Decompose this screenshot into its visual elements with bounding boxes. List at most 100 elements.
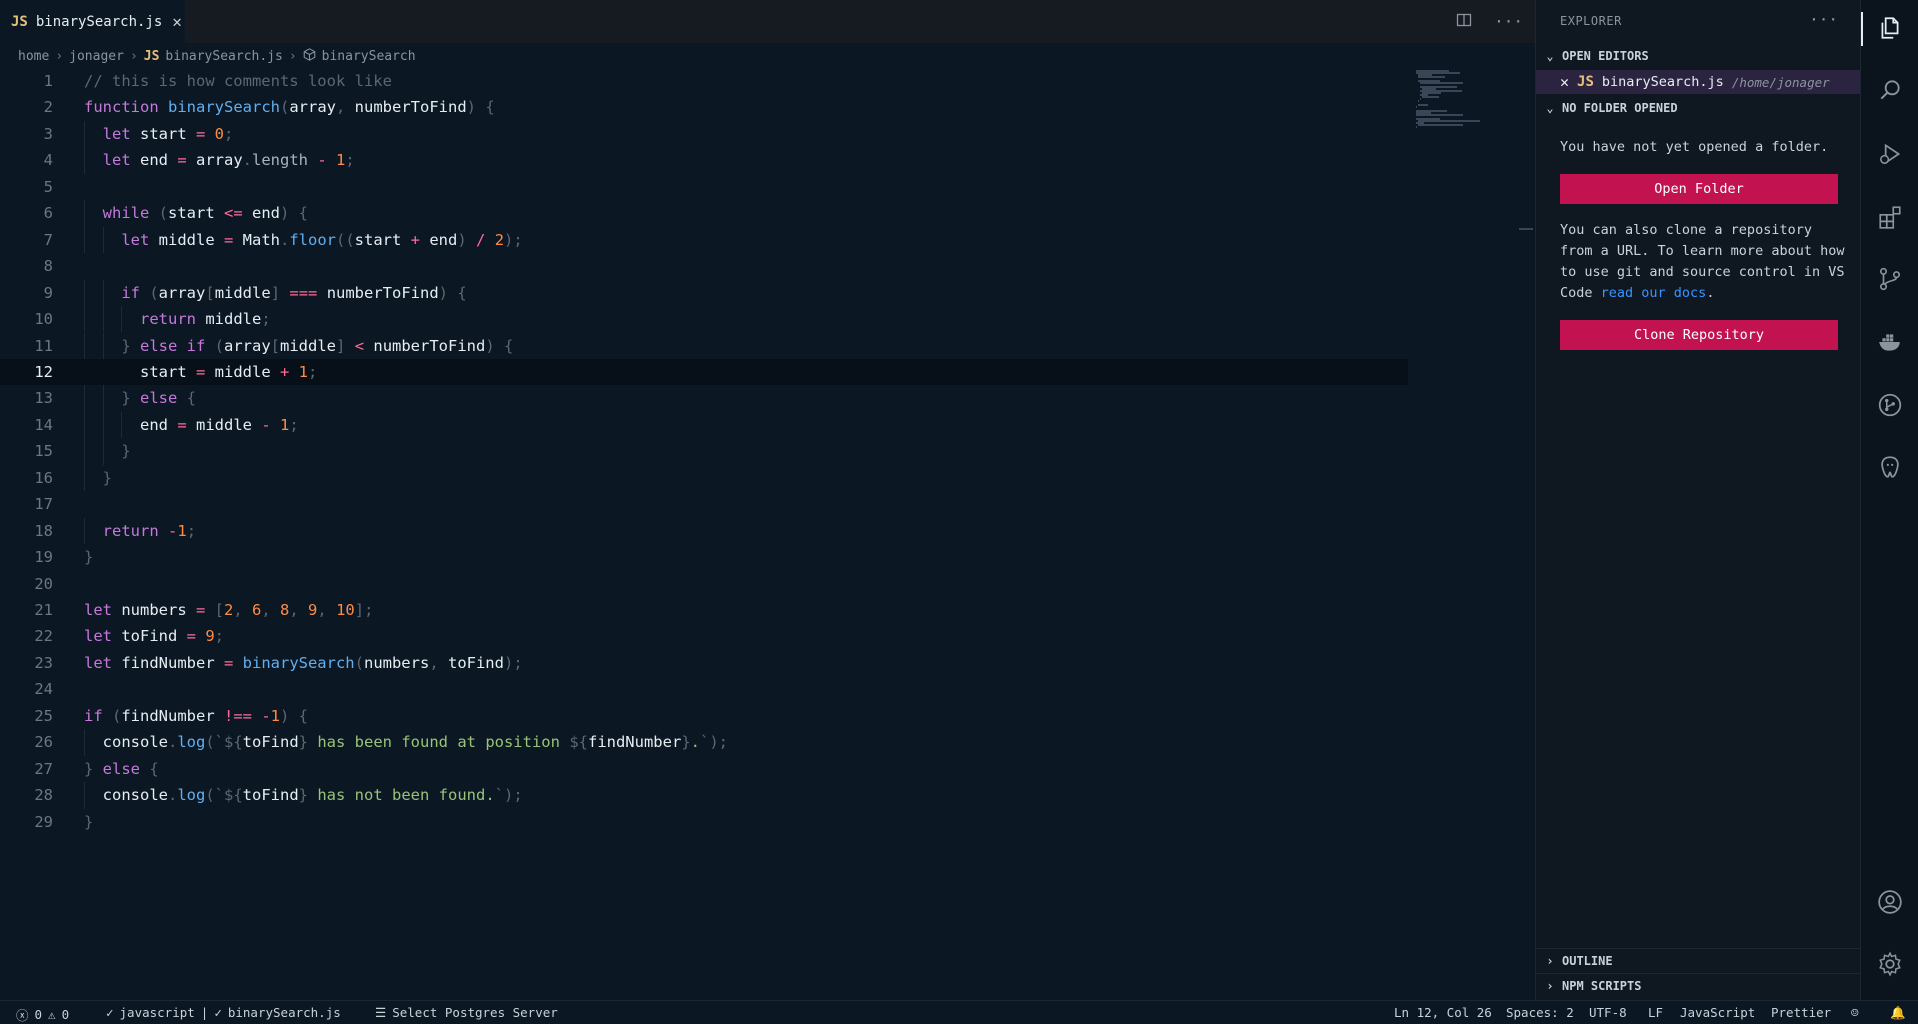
more-actions-icon[interactable]: ··· — [1809, 10, 1838, 29]
open-folder-button[interactable]: Open Folder — [1560, 174, 1838, 204]
feedback-icon[interactable]: ☺ — [1851, 1005, 1859, 1020]
indentation[interactable]: Spaces: 2 — [1506, 1005, 1574, 1020]
chevron-down-icon: ⌄ — [1546, 49, 1554, 63]
encoding[interactable]: UTF-8 — [1589, 1005, 1627, 1020]
language-status[interactable]: ✓ javascript | ✓ binarySearch.js — [106, 1005, 341, 1020]
code-text: if (findNumber !== -1) { — [84, 706, 309, 725]
line-number: 8 — [43, 257, 53, 276]
code-text: let numbers = [2, 6, 8, 9, 10]; — [84, 601, 374, 619]
code-line[interactable]: 3 let start = 0; — [0, 121, 1408, 147]
close-icon[interactable]: ✕ — [172, 12, 182, 31]
warning-icon: ⚠ — [48, 1007, 56, 1022]
open-editor-name: binarySearch.js — [1601, 74, 1724, 90]
clone-message: You can also clone a repository from a U… — [1560, 220, 1845, 304]
split-editor-icon[interactable] — [1456, 12, 1472, 32]
section-label: OPEN EDITORS — [1562, 49, 1649, 63]
activity-bar — [1860, 0, 1918, 1000]
scrollbar-indicator[interactable] — [1519, 228, 1533, 230]
code-line[interactable]: 4 let end = array.length - 1; — [0, 147, 1408, 173]
postgres-label: Select Postgres Server — [392, 1005, 558, 1020]
search-icon[interactable] — [1876, 76, 1904, 104]
code-text: return -1; — [102, 521, 197, 540]
read-docs-link[interactable]: read our docs — [1601, 285, 1707, 301]
tab-bar: JS binarySearch.js ✕ ··· — [0, 0, 1535, 43]
code-line[interactable]: 12 start = middle + 1; — [0, 358, 1408, 385]
line-number: 24 — [34, 680, 53, 699]
code-line[interactable]: 1 // this is how comments look like — [0, 68, 1408, 94]
line-number: 26 — [34, 733, 53, 752]
section-outline[interactable]: › OUTLINE — [1536, 948, 1861, 972]
code-text: start = middle + 1; — [84, 362, 318, 381]
code-line[interactable]: 13 } else { — [0, 385, 1408, 411]
code-line[interactable]: 15 } — [0, 438, 1408, 464]
code-line[interactable]: 19} — [0, 544, 1408, 570]
code-text: } — [84, 812, 94, 831]
code-line[interactable]: 29} — [0, 809, 1408, 835]
section-open-editors[interactable]: ⌄ OPEN EDITORS — [1536, 44, 1861, 68]
code-line[interactable]: 6 while (start <= end) { — [0, 200, 1408, 226]
code-line[interactable]: 24 — [0, 676, 1408, 702]
run-debug-icon[interactable] — [1876, 140, 1904, 168]
formatter[interactable]: Prettier — [1771, 1005, 1831, 1020]
code-line[interactable]: 14 end = middle - 1; — [0, 412, 1408, 438]
close-icon[interactable]: ✕ — [1560, 73, 1569, 91]
code-text: let start = 0; — [102, 124, 234, 143]
breadcrumb-home[interactable]: home — [18, 49, 49, 64]
chevron-right-icon: › — [1546, 953, 1554, 968]
code-line[interactable]: 9 if (array[middle] === numberToFind) { — [0, 280, 1408, 306]
code-line[interactable]: 26 console.log(`${toFind} has been found… — [0, 729, 1408, 755]
line-number: 6 — [43, 204, 53, 223]
code-line[interactable]: 23 let findNumber = binarySearch(numbers,… — [0, 650, 1408, 676]
explorer-icon[interactable] — [1876, 14, 1904, 42]
breadcrumb-user[interactable]: jonager — [69, 49, 124, 64]
code-line[interactable]: 10 return middle; — [0, 306, 1408, 332]
code-line[interactable]: 5 — [0, 174, 1408, 200]
minimap[interactable] — [1416, 70, 1486, 130]
explorer-sidebar: EXPLORER ··· ⌄ OPEN EDITORS ✕ JS binaryS… — [1535, 0, 1861, 1000]
settings-gear-icon[interactable] — [1876, 950, 1904, 978]
line-number: 20 — [34, 574, 53, 593]
code-line[interactable]: 2 function binarySearch(array, numberToFi… — [0, 94, 1408, 120]
notifications-bell-icon[interactable]: 🔔 — [1890, 1005, 1906, 1021]
extensions-icon[interactable] — [1876, 203, 1904, 231]
code-line[interactable]: 17 — [0, 491, 1408, 517]
code-editor[interactable]: 1 // this is how comments look like 2 funct… — [0, 68, 1535, 998]
code-line[interactable]: 20 — [0, 571, 1408, 597]
code-line[interactable]: 18 return -1; — [0, 518, 1408, 544]
code-text: let end = array.length - 1; — [102, 151, 355, 170]
code-line[interactable]: 8 — [0, 253, 1408, 279]
problems-indicator[interactable]: ⓧ 0 ⚠ 0 — [16, 1005, 69, 1024]
section-npm-scripts[interactable]: › NPM SCRIPTS — [1536, 973, 1861, 997]
cursor-position[interactable]: Ln 12, Col 26 — [1394, 1005, 1492, 1020]
postgres-icon[interactable] — [1876, 453, 1904, 481]
code-text: } — [84, 548, 94, 567]
code-line[interactable]: 27} else { — [0, 756, 1408, 782]
minimap-line — [1418, 124, 1463, 126]
more-actions-icon[interactable]: ··· — [1494, 12, 1523, 31]
code-line[interactable]: 7 let middle = Math.floor((start + end) … — [0, 227, 1408, 253]
code-text: } else if (array[middle] < numberToFind)… — [121, 336, 514, 355]
clone-message-end: . — [1706, 285, 1715, 301]
postgres-server-select[interactable]: ☰ Select Postgres Server — [375, 1005, 558, 1020]
end-of-line[interactable]: LF — [1648, 1005, 1663, 1020]
code-line[interactable]: 11 } else if (array[middle] < numberToFi… — [0, 333, 1408, 359]
code-line[interactable]: 21 let numbers = [2, 6, 8, 9, 10]; — [0, 597, 1408, 623]
code-line[interactable]: 22 let toFind = 9; — [0, 623, 1408, 649]
tab-binarysearch[interactable]: JS binarySearch.js ✕ — [0, 0, 185, 43]
line-number: 13 — [34, 389, 53, 408]
separator: | — [200, 1005, 209, 1020]
breadcrumb-symbol[interactable]: binarySearch — [322, 49, 416, 64]
code-line[interactable]: 16 } — [0, 465, 1408, 491]
docker-icon[interactable] — [1876, 328, 1904, 356]
code-line[interactable]: 28 console.log(`${toFind} has not been f… — [0, 782, 1408, 808]
account-icon[interactable] — [1876, 888, 1904, 916]
breadcrumb-file[interactable]: binarySearch.js — [165, 49, 282, 64]
clone-repository-button[interactable]: Clone Repository — [1560, 320, 1838, 350]
code-line[interactable]: 25 if (findNumber !== -1) { — [0, 703, 1408, 729]
language-mode[interactable]: JavaScript — [1680, 1005, 1755, 1020]
open-editor-item[interactable]: ✕ JS binarySearch.js /home/jonager — [1536, 70, 1861, 94]
symbol-function-icon — [303, 47, 316, 65]
source-control-icon[interactable] — [1876, 265, 1904, 293]
section-no-folder[interactable]: ⌄ NO FOLDER OPENED — [1536, 96, 1861, 120]
git-graph-icon[interactable] — [1876, 391, 1904, 419]
